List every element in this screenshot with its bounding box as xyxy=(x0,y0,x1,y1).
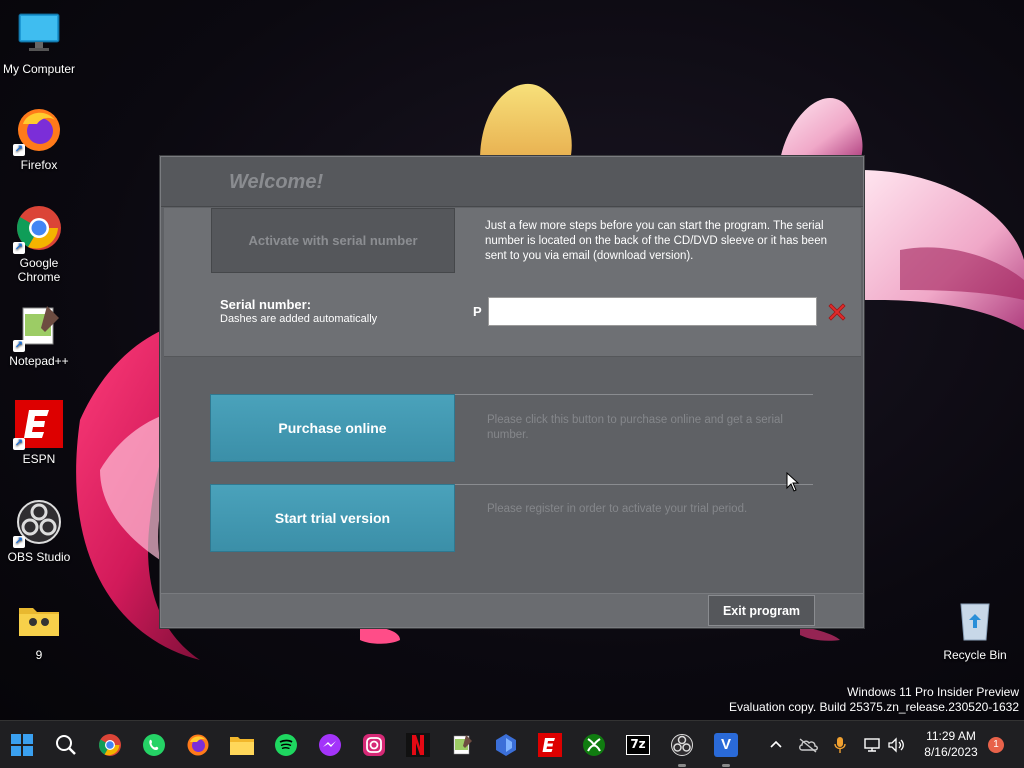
monitor-icon xyxy=(15,10,63,58)
netflix-icon[interactable] xyxy=(402,729,434,761)
taskbar-clock[interactable]: 11:29 AM 8/16/2023 xyxy=(912,728,990,760)
desktop-icon-recycle-bin[interactable]: Recycle Bin xyxy=(936,596,1014,662)
shortcut-arrow-icon: ↗ xyxy=(13,242,25,254)
chevron-up-icon[interactable] xyxy=(766,735,786,755)
shortcut-arrow-icon: ↗ xyxy=(13,536,25,548)
instagram-icon[interactable] xyxy=(358,729,390,761)
desktop-icon-notepadpp[interactable]: ↗ Notepad++ xyxy=(0,302,78,368)
7zip-icon[interactable]: 7z xyxy=(622,729,654,761)
desktop-icon-label: My Computer xyxy=(2,62,76,76)
windows-watermark: Windows 11 Pro Insider Preview Evaluatio… xyxy=(729,685,1019,715)
purchase-separator xyxy=(455,394,813,395)
espn-icon: ↗ xyxy=(13,400,63,450)
trial-separator xyxy=(455,484,813,485)
folder-icon xyxy=(15,596,63,644)
desktop-icon-folder-9[interactable]: 9 xyxy=(0,596,78,662)
mouse-cursor-icon xyxy=(786,471,800,497)
notepadpp-icon[interactable] xyxy=(446,729,478,761)
shortcut-arrow-icon: ↗ xyxy=(13,144,25,156)
spotify-icon[interactable] xyxy=(270,729,302,761)
firefox-icon[interactable] xyxy=(182,729,214,761)
dialog-footer: Exit program xyxy=(161,593,863,627)
desktop-icon-espn[interactable]: ↗ ESPN xyxy=(0,400,78,466)
desktop-icon-label: Google Chrome xyxy=(17,256,61,284)
desktop-icon-firefox[interactable]: ↗ Firefox xyxy=(0,106,78,172)
onedrive-icon[interactable] xyxy=(798,735,818,755)
watermark-line-2: Evaluation copy. Build 25375.zn_release.… xyxy=(729,700,1019,714)
start-trial-button[interactable]: Start trial version xyxy=(210,484,455,552)
desktop-icon-label: Recycle Bin xyxy=(943,648,1007,662)
messenger-icon[interactable] xyxy=(314,729,346,761)
obs-icon[interactable] xyxy=(666,729,698,767)
v-app-icon[interactable]: V xyxy=(710,729,742,767)
chrome-icon[interactable] xyxy=(94,729,126,761)
desktop-icon-label: OBS Studio xyxy=(7,550,71,564)
obs-icon: ↗ xyxy=(13,498,63,548)
desktop-icon-obs[interactable]: ↗ OBS Studio xyxy=(0,498,78,564)
clear-serial-icon[interactable] xyxy=(825,300,849,324)
activate-panel: Activate with serial number Just a few m… xyxy=(164,208,861,357)
trial-description: Please register in order to activate you… xyxy=(487,503,748,515)
dialog-header: Welcome! xyxy=(161,157,863,207)
desktop-icon-label: Firefox xyxy=(20,158,58,172)
desktop-icon-chrome[interactable]: ↗ Google Chrome xyxy=(0,204,78,284)
app-icon[interactable] xyxy=(490,729,522,761)
v-app-label: V xyxy=(720,736,731,753)
espn-icon[interactable] xyxy=(534,729,566,761)
desktop-icon-label: Notepad++ xyxy=(9,354,69,368)
notification-badge[interactable]: 1 xyxy=(988,737,1004,753)
search-icon[interactable] xyxy=(50,729,82,761)
desktop-icon-my-computer[interactable]: My Computer xyxy=(0,10,78,76)
serial-number-input[interactable] xyxy=(488,297,817,326)
watermark-line-1: Windows 11 Pro Insider Preview xyxy=(847,685,1019,699)
7zip-label: 7z xyxy=(630,737,646,751)
dialog-title: Welcome! xyxy=(229,171,324,193)
clock-time: 11:29 AM xyxy=(926,729,976,743)
purchase-description: Please click this button to purchase onl… xyxy=(487,414,783,441)
serial-number-hint: Dashes are added automatically xyxy=(220,313,378,325)
exit-program-button[interactable]: Exit program xyxy=(708,595,815,626)
welcome-dialog: Welcome! Activate with serial number Jus… xyxy=(160,156,864,628)
chrome-icon: ↗ xyxy=(13,204,63,254)
shortcut-arrow-icon: ↗ xyxy=(13,438,25,450)
start-icon[interactable] xyxy=(6,729,38,761)
firefox-icon: ↗ xyxy=(13,106,63,156)
purchase-online-button[interactable]: Purchase online xyxy=(210,394,455,462)
activate-serial-button[interactable]: Activate with serial number xyxy=(211,208,455,273)
microphone-icon[interactable] xyxy=(830,735,850,755)
notepadpp-icon: ↗ xyxy=(13,302,63,352)
serial-prefix-label: P xyxy=(473,304,482,319)
whatsapp-icon[interactable] xyxy=(138,729,170,761)
serial-number-label: Serial number: xyxy=(220,297,312,312)
desktop-icon-label: 9 xyxy=(35,648,43,662)
activate-description: Just a few more steps before you can sta… xyxy=(485,220,827,262)
xbox-icon[interactable] xyxy=(578,729,610,761)
recycle-bin-icon xyxy=(951,596,999,644)
file-explorer-icon[interactable] xyxy=(226,729,258,761)
volume-icon[interactable] xyxy=(886,735,906,755)
clock-date: 8/16/2023 xyxy=(924,745,978,759)
taskbar: 7z V 11:29 AM 8/16/2023 1 xyxy=(0,720,1024,768)
network-icon[interactable] xyxy=(862,735,882,755)
desktop-icon-label: ESPN xyxy=(22,452,56,466)
shortcut-arrow-icon: ↗ xyxy=(13,340,25,352)
